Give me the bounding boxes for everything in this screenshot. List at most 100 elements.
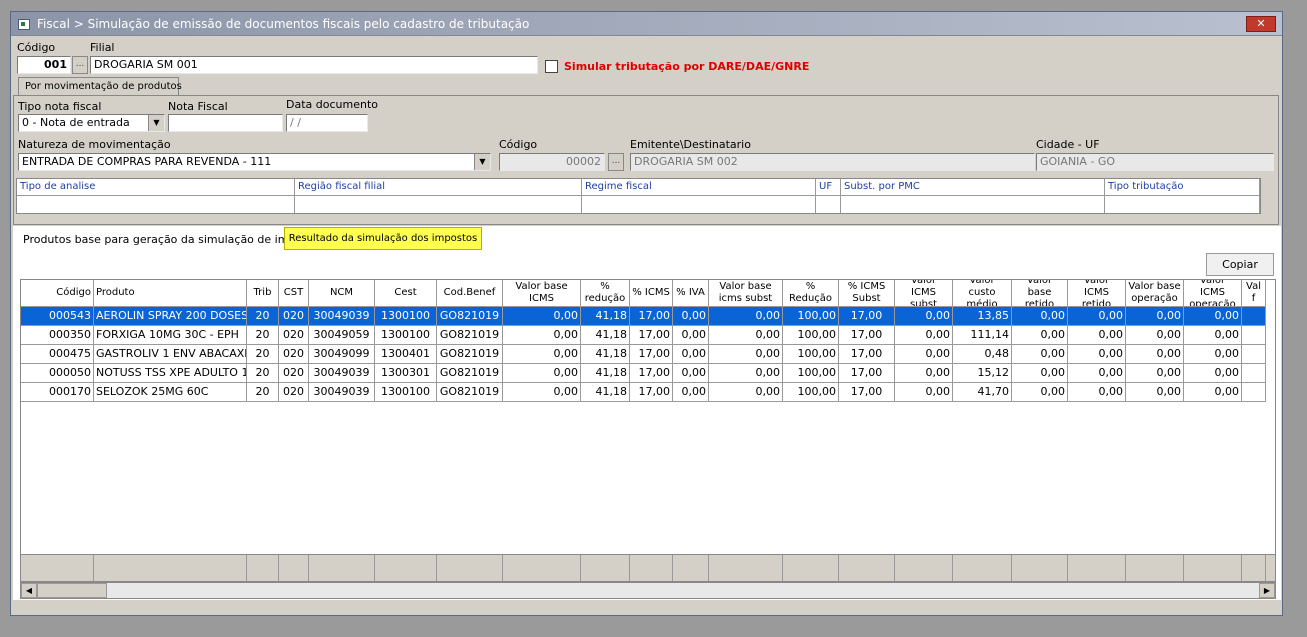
cell-valor-base-retido: 0,00 <box>1012 383 1068 402</box>
column-header-pct-icms-subst[interactable]: % ICMS Subst <box>839 280 895 307</box>
cell-pct-icms: 17,00 <box>630 307 673 326</box>
cell-valor-base-icms: 0,00 <box>503 345 581 364</box>
cell-pct-reducao-subst: 100,00 <box>783 345 839 364</box>
column-header-valor-base-operacao[interactable]: Valor base operação <box>1126 280 1184 307</box>
main-window: Fiscal > Simulação de emissão de documen… <box>10 11 1283 616</box>
codigo-label: Código <box>17 41 56 54</box>
column-header-valor-base-icms[interactable]: Valor base ICMS <box>503 280 581 307</box>
column-header-trib[interactable]: Trib <box>247 280 279 307</box>
copiar-button[interactable]: Copiar <box>1206 253 1274 276</box>
horizontal-scrollbar[interactable]: ◀ ▶ <box>20 582 1276 599</box>
cell-produto: AEROLIN SPRAY 200 DOSES <box>94 307 247 326</box>
data-documento-label: Data documento <box>286 98 378 111</box>
codigo2-label: Código <box>499 138 538 151</box>
tab-produtos-base[interactable]: Produtos base para geração da simulação … <box>23 233 325 246</box>
cell-ncm: 30049039 <box>309 307 375 326</box>
cell-valor-base-retido: 0,00 <box>1012 326 1068 345</box>
column-header-cest[interactable]: Cest <box>375 280 437 307</box>
footer-cell <box>94 555 247 581</box>
table-row[interactable]: 000543 AEROLIN SPRAY 200 DOSES 20 020 300490… <box>21 307 1275 326</box>
window-title: Fiscal > Simulação de emissão de documen… <box>37 17 530 31</box>
cell-cod-benef: GO821019 <box>437 364 503 383</box>
scroll-right-icon[interactable]: ▶ <box>1259 583 1275 598</box>
codigo2-field[interactable]: 00002 <box>499 153 605 171</box>
scroll-thumb[interactable] <box>37 583 107 598</box>
filial-field[interactable]: DROGARIA SM 001 <box>90 56 538 74</box>
chevron-down-icon[interactable]: ▼ <box>148 115 164 131</box>
footer-cell <box>1012 555 1068 581</box>
tab-por-movimentacao[interactable]: Por movimentação de produtos <box>18 77 182 96</box>
column-header-pct-icms[interactable]: % ICMS <box>630 280 673 307</box>
close-button[interactable]: ✕ <box>1246 16 1276 32</box>
cell-produto: SELOZOK 25MG 60C <box>94 383 247 402</box>
data-documento-field[interactable]: / / <box>286 114 368 132</box>
cell-valor-base-icms: 0,00 <box>503 307 581 326</box>
cell-cod-benef: GO821019 <box>437 326 503 345</box>
cell-valor-icms-operacao: 0,00 <box>1184 307 1242 326</box>
column-header-codigo[interactable]: Código <box>21 280 94 307</box>
table-row[interactable]: 000475 GASTROLIV 1 ENV ABACAXI 5 20 020 3004… <box>21 345 1275 364</box>
cell-valor-icms-subst: 0,00 <box>895 307 953 326</box>
cidade-field[interactable]: GOIANIA - GO <box>1036 153 1274 171</box>
table-row[interactable]: 000170 SELOZOK 25MG 60C 20 020 30049039 13001… <box>21 383 1275 402</box>
column-header-pct-reducao-subst[interactable]: % Redução <box>783 280 839 307</box>
codigo-field[interactable]: 001 <box>17 56 71 74</box>
info-header-regime-fiscal: Regime fiscal <box>582 179 816 196</box>
column-header-cod-benef[interactable]: Cod.Benef <box>437 280 503 307</box>
cell-pct-reducao-subst: 100,00 <box>783 326 839 345</box>
column-header-pct-reducao[interactable]: % redução <box>581 280 630 307</box>
footer-cell <box>673 555 709 581</box>
emitente-search-button[interactable]: ... <box>608 153 624 171</box>
footer-cell <box>1068 555 1126 581</box>
cell-val-f <box>1242 307 1266 326</box>
footer-cell <box>895 555 953 581</box>
cell-valor-icms-subst: 0,00 <box>895 364 953 383</box>
column-header-valor-icms-subst[interactable]: Valor ICMS subst <box>895 280 953 307</box>
table-row[interactable]: 000050 NOTUSS TSS XPE ADULTO 1 20 020 300490… <box>21 364 1275 383</box>
footer-cell <box>953 555 1012 581</box>
codigo-search-button[interactable]: ... <box>72 56 88 74</box>
natureza-select[interactable]: ENTRADA DE COMPRAS PARA REVENDA - 111 ▼ <box>18 153 491 171</box>
cell-ncm: 30049039 <box>309 364 375 383</box>
emitente-field[interactable]: DROGARIA SM 002 <box>630 153 1035 171</box>
footer-cell <box>309 555 375 581</box>
info-cell <box>816 196 841 213</box>
cell-valor-custo-medio: 0,48 <box>953 345 1012 364</box>
info-cell <box>841 196 1105 213</box>
cell-cest: 1300401 <box>375 345 437 364</box>
column-header-pct-iva[interactable]: % IVA <box>673 280 709 307</box>
column-header-val-f[interactable]: Val f <box>1242 280 1266 307</box>
footer-cell <box>709 555 783 581</box>
cell-ncm: 30049099 <box>309 345 375 364</box>
tab-resultado-simulacao[interactable]: Resultado da simulação dos impostos <box>284 227 482 250</box>
cell-valor-base-operacao: 0,00 <box>1126 307 1184 326</box>
column-header-produto[interactable]: Produto <box>94 280 247 307</box>
tipo-nota-select[interactable]: 0 - Nota de entrada ▼ <box>18 114 165 132</box>
cell-pct-reducao-subst: 100,00 <box>783 307 839 326</box>
cell-pct-iva: 0,00 <box>673 383 709 402</box>
cell-cst: 020 <box>279 345 309 364</box>
cell-cst: 020 <box>279 326 309 345</box>
simular-checkbox[interactable] <box>545 60 558 73</box>
table-row[interactable]: 000350 FORXIGA 10MG 30C - EPH 20 020 3004905… <box>21 326 1275 345</box>
column-header-cst[interactable]: CST <box>279 280 309 307</box>
cell-ncm: 30049059 <box>309 326 375 345</box>
cell-pct-iva: 0,00 <box>673 326 709 345</box>
cell-produto: NOTUSS TSS XPE ADULTO 1 <box>94 364 247 383</box>
cell-pct-reducao: 41,18 <box>581 307 630 326</box>
column-header-valor-custo-medio[interactable]: Valor custo médio <box>953 280 1012 307</box>
column-header-valor-base-icms-subst[interactable]: Valor base icms subst <box>709 280 783 307</box>
column-header-valor-base-retido[interactable]: Valor base retido <box>1012 280 1068 307</box>
chevron-down-icon[interactable]: ▼ <box>474 154 490 170</box>
cell-val-f <box>1242 364 1266 383</box>
column-header-valor-icms-retido[interactable]: Valor ICMS retido <box>1068 280 1126 307</box>
info-header-tipo-tributacao: Tipo tributação <box>1105 179 1260 196</box>
scroll-left-icon[interactable]: ◀ <box>21 583 37 598</box>
cidade-label: Cidade - UF <box>1036 138 1100 151</box>
footer-cell <box>630 555 673 581</box>
cell-cest: 1300301 <box>375 364 437 383</box>
cell-pct-iva: 0,00 <box>673 364 709 383</box>
column-header-ncm[interactable]: NCM <box>309 280 375 307</box>
nota-fiscal-field[interactable] <box>168 114 283 132</box>
column-header-valor-icms-operacao[interactable]: Valor ICMS operação <box>1184 280 1242 307</box>
